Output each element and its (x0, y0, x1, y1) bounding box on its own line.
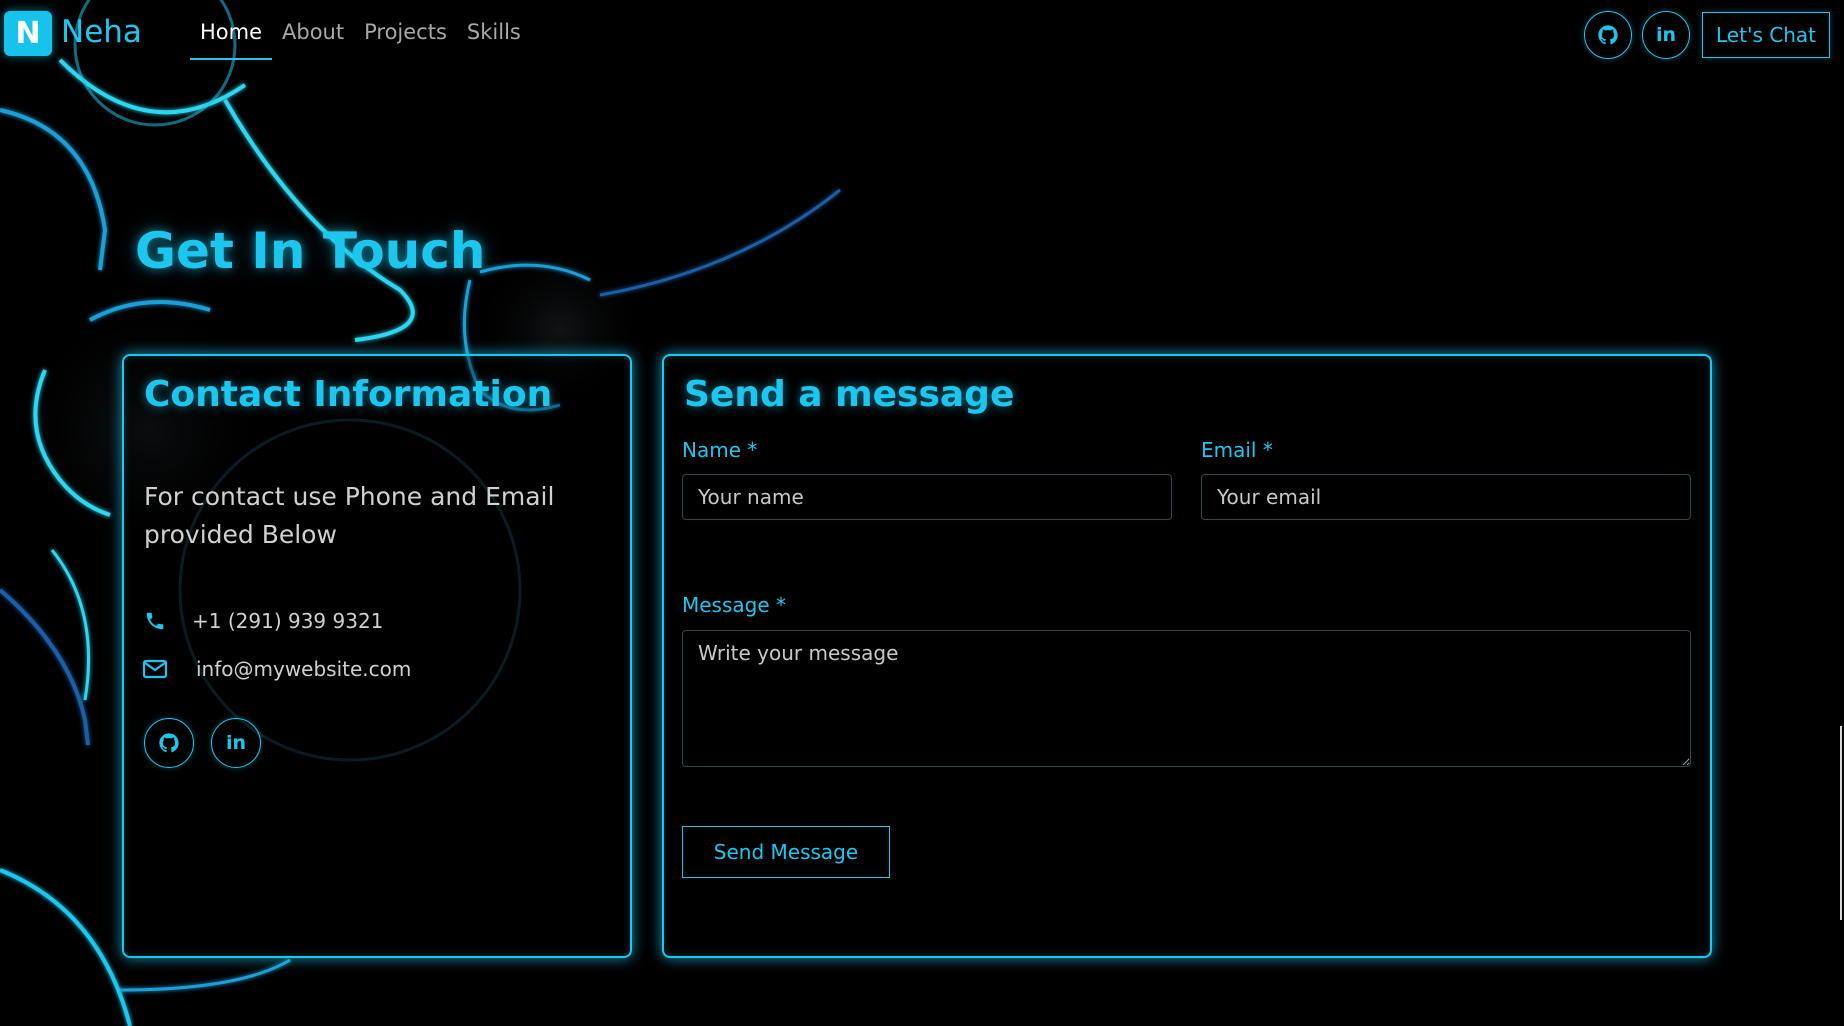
logo-name[interactable]: Neha (61, 14, 142, 50)
bg-arc (0, 108, 108, 271)
nav-link-skills[interactable]: Skills (457, 18, 531, 60)
email-label: Email * (1201, 438, 1273, 462)
linkedin-button[interactable]: in (1642, 11, 1690, 59)
bg-arc (223, 99, 415, 342)
bg-arc (0, 868, 132, 1026)
page-title: Get In Touch (135, 222, 486, 280)
contact-email-row[interactable]: info@mywebsite.com (142, 656, 411, 682)
linkedin-icon: in (225, 732, 247, 754)
message-card: Send a message Name * Email * Message * … (662, 354, 1712, 958)
message-title: Send a message (684, 374, 1015, 415)
bg-arc (599, 188, 841, 297)
email-input[interactable] (1201, 474, 1691, 520)
message-textarea[interactable] (682, 630, 1691, 767)
send-message-button[interactable]: Send Message (682, 826, 890, 878)
nav-link-projects[interactable]: Projects (354, 18, 457, 60)
bg-arc (0, 588, 90, 746)
name-input[interactable] (682, 474, 1172, 520)
contact-description: For contact use Phone and Email provided… (144, 482, 555, 549)
github-icon (159, 733, 179, 753)
github-icon (1598, 25, 1618, 45)
mail-icon (142, 656, 168, 682)
name-label: Name * (682, 438, 758, 462)
contact-card: Contact Information For contact use Phon… (122, 354, 632, 958)
contact-social: in (144, 718, 261, 768)
phone-icon (142, 608, 168, 634)
nav-link-home[interactable]: Home (190, 18, 273, 60)
logo-badge[interactable]: N (4, 11, 52, 56)
message-label: Message * (682, 593, 787, 617)
bg-arc (119, 958, 291, 992)
contact-phone[interactable]: +1 (291) 939 9321 (192, 609, 383, 633)
contact-github-button[interactable] (144, 718, 194, 768)
contact-linkedin-button[interactable]: in (211, 718, 261, 768)
nav-actions: in Let's Chat (1584, 11, 1830, 59)
linkedin-icon: in (1655, 24, 1677, 46)
nav-link-about[interactable]: About (272, 18, 354, 60)
contact-title: Contact Information (144, 374, 553, 415)
page: N Neha Home About Projects Skills in Let… (0, 0, 1844, 1026)
contact-email[interactable]: info@mywebsite.com (196, 657, 411, 681)
navbar: N Neha Home About Projects Skills in Let… (0, 0, 1844, 72)
nav-links: Home About Projects Skills (190, 18, 531, 60)
page-scrollbar[interactable] (1840, 726, 1842, 920)
contact-phone-row[interactable]: +1 (291) 939 9321 (142, 608, 383, 634)
lets-chat-button[interactable]: Let's Chat (1702, 12, 1830, 58)
github-button[interactable] (1584, 11, 1632, 59)
